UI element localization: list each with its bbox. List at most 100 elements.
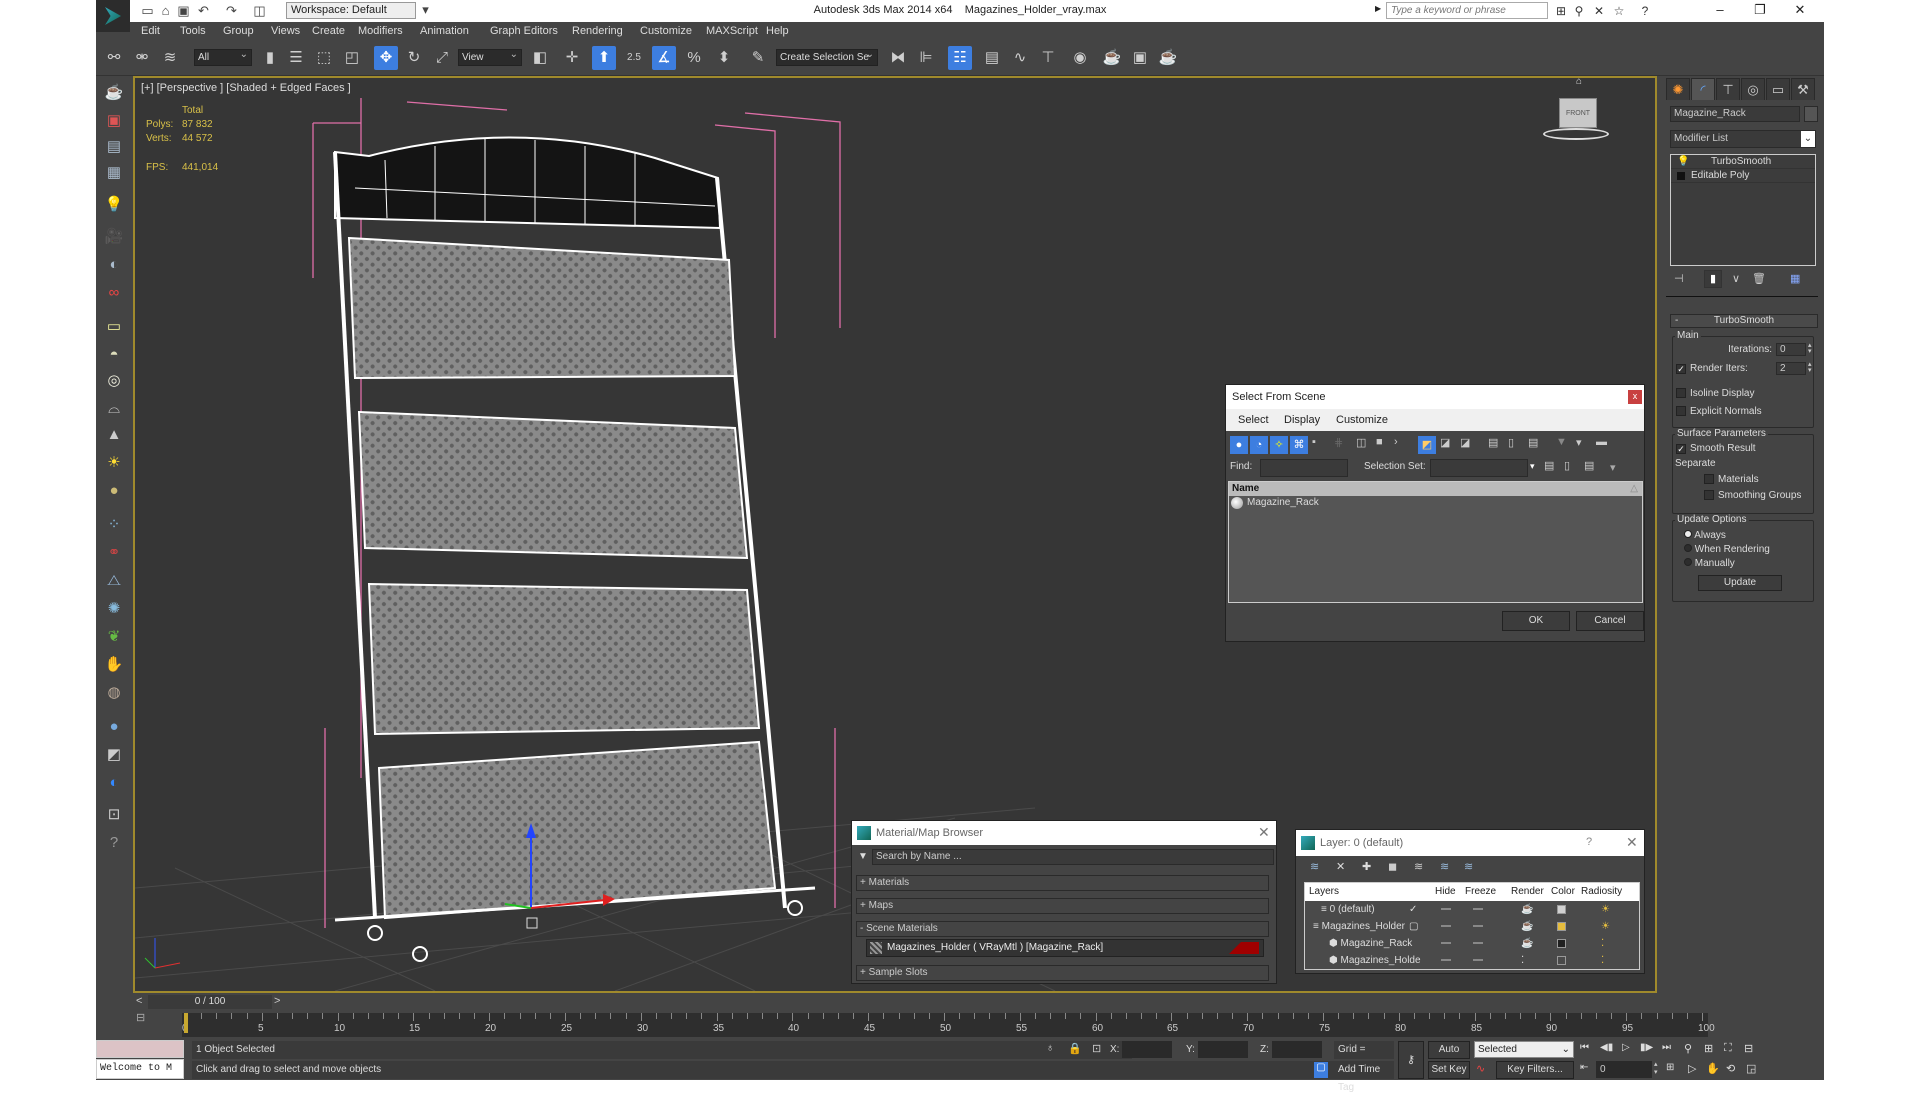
prev-frame-arrow[interactable]: <	[136, 995, 146, 1009]
update-when-rendering-radio[interactable]: When Rendering	[1684, 544, 1770, 555]
object-color-swatch[interactable]	[1804, 106, 1818, 122]
maximize-viewport-icon[interactable]: ◲	[1746, 1062, 1756, 1075]
tab-utilities[interactable]: ⚒	[1791, 78, 1815, 100]
viewcube-compass[interactable]	[1543, 128, 1609, 140]
display-geometry-icon[interactable]: ●	[1230, 436, 1248, 454]
create-selection-set-icon[interactable]: ▤	[1544, 459, 1554, 472]
ok-button[interactable]: OK	[1502, 611, 1570, 631]
favorites-icon[interactable]: ☆	[1610, 2, 1628, 20]
remove-selection-set-icon[interactable]: ▯	[1564, 459, 1570, 472]
tab-modify[interactable]: ◜	[1691, 78, 1715, 100]
proxy-icon[interactable]: ⁘	[102, 514, 126, 536]
menu-customize[interactable]: Customize	[634, 22, 698, 40]
tab-hierarchy[interactable]: ⊤	[1716, 78, 1740, 100]
mesh-export-icon[interactable]: ⧍	[102, 570, 126, 592]
ambient-light-icon[interactable]: ●	[102, 480, 126, 502]
add-to-layer-icon[interactable]: ✚	[1362, 860, 1371, 873]
show-end-result-icon[interactable]: ▮	[1704, 270, 1722, 288]
zoom-icon[interactable]: ⚲	[1684, 1042, 1692, 1055]
x-coordinate-input[interactable]	[1122, 1041, 1172, 1058]
help-circle-icon[interactable]: ?	[102, 832, 126, 854]
ies-light-icon[interactable]: ⌓	[102, 398, 126, 420]
reference-coordinate-dropdown[interactable]: View	[458, 47, 522, 66]
percent-snap-icon[interactable]: %	[682, 46, 706, 70]
menu-customize[interactable]: Customize	[1336, 414, 1388, 426]
select-object-icon[interactable]: ▮	[258, 46, 282, 70]
modifier-list-dropdown[interactable]: Modifier List ⌄	[1670, 130, 1816, 148]
more-options-icon[interactable]: ▾	[1610, 461, 1616, 474]
next-frame-arrow[interactable]: >	[274, 995, 284, 1009]
help-icon[interactable]: ?	[1636, 2, 1654, 20]
menu-modifiers[interactable]: Modifiers	[352, 22, 409, 40]
named-selection-dropdown[interactable]: Create Selection Se	[776, 47, 878, 66]
new-file-icon[interactable]: ▭	[140, 3, 155, 18]
isoline-display-checkbox[interactable]	[1676, 388, 1686, 401]
teapot-icon[interactable]: ☕	[102, 82, 126, 104]
communication-icon[interactable]: ✕	[1590, 2, 1608, 20]
schematic-view-icon[interactable]: ⊤	[1036, 46, 1060, 70]
display-groups-icon[interactable]: ◫	[1356, 436, 1366, 449]
column-layers[interactable]: Layers	[1309, 886, 1339, 897]
radiosity-icon[interactable]: ☀	[1601, 901, 1610, 918]
camera-icon[interactable]: 🎥	[102, 226, 126, 248]
layer-row[interactable]: ≡ 0 (default) ✓ ☕ ☀	[1305, 901, 1639, 918]
play-icon[interactable]: ▷	[1622, 1042, 1630, 1053]
lightbulb-icon[interactable]: 💡	[1677, 155, 1689, 169]
set-key-button[interactable]: Set Key	[1428, 1061, 1470, 1079]
toggle-dash[interactable]	[1441, 959, 1451, 961]
rectangular-selection-icon[interactable]: ⬚	[312, 46, 336, 70]
time-slider[interactable]: 0 / 100	[148, 995, 272, 1009]
select-and-rotate-icon[interactable]: ↻	[402, 46, 426, 70]
layer-color-swatch[interactable]	[1557, 922, 1566, 931]
redo-icon[interactable]: ↷	[224, 3, 239, 18]
maxscript-mini-listener[interactable]: Welcome to M	[96, 1059, 184, 1079]
mini-curve-editor-icon[interactable]: ⊟	[136, 1011, 156, 1031]
pin-stack-icon[interactable]: ⊣	[1674, 272, 1684, 285]
explicit-normals-checkbox[interactable]	[1676, 406, 1686, 419]
column-radiosity[interactable]: Radiosity	[1581, 886, 1622, 897]
pan-view-icon[interactable]: ✋	[1706, 1062, 1720, 1075]
maxscript-mini-listener-top[interactable]	[96, 1040, 184, 1058]
smooth-result-checkbox[interactable]: ✓	[1676, 443, 1686, 455]
column-header-name[interactable]: Name △	[1229, 482, 1642, 496]
zoom-extents-all-icon[interactable]: ⊟	[1744, 1042, 1753, 1055]
select-none-icon[interactable]: ▯	[1508, 436, 1514, 449]
orbit-icon[interactable]: ⟲	[1726, 1062, 1735, 1075]
layer-manager-icon[interactable]: ☷	[948, 46, 972, 70]
column-color[interactable]: Color	[1551, 886, 1575, 897]
create-layer-icon[interactable]: ≋	[1310, 860, 1319, 873]
make-unique-icon[interactable]: ∨	[1732, 272, 1740, 285]
toggle-dash[interactable]	[1473, 925, 1483, 927]
maximize-button[interactable]: ❐	[1740, 0, 1780, 22]
close-icon[interactable]: ✕	[1626, 834, 1638, 851]
layer-color-swatch[interactable]	[1557, 956, 1566, 965]
select-and-move-icon[interactable]: ✥	[374, 46, 398, 70]
absolute-mode-icon[interactable]: ⊡	[1092, 1042, 1101, 1055]
close-icon[interactable]: ✕	[1258, 824, 1270, 841]
open-file-icon[interactable]: ⌂	[158, 3, 173, 18]
current-layer-marker[interactable]: ▢	[1409, 918, 1418, 935]
select-all-icon[interactable]: ▤	[1488, 436, 1498, 449]
update-manually-radio[interactable]: Manually	[1684, 558, 1735, 569]
tab-display[interactable]: ▭	[1766, 78, 1790, 100]
auto-key-button[interactable]: Auto Key	[1428, 1041, 1470, 1071]
align-icon[interactable]: ⊫	[914, 46, 938, 70]
dome-light-icon[interactable]: ◓	[102, 344, 126, 366]
display-xrefs-icon[interactable]: ■	[1376, 436, 1383, 448]
window-crossing-icon[interactable]: ◰	[340, 46, 364, 70]
radiosity-icon[interactable]: ⁚	[1601, 952, 1604, 969]
section-materials[interactable]: + Materials	[856, 875, 1269, 891]
section-sample-slots[interactable]: + Sample Slots	[856, 965, 1269, 981]
next-key-icon[interactable]: ▮▶	[1640, 1042, 1653, 1053]
browser-options-icon[interactable]: ▼	[858, 851, 868, 862]
search-expand-icon[interactable]: ▶	[1375, 4, 1383, 18]
go-to-end-icon[interactable]: ⏭	[1662, 1042, 1671, 1053]
binoculars-icon[interactable]: ⊞	[1552, 2, 1570, 20]
undo-icon[interactable]: ↶	[196, 3, 211, 18]
vr-camera-icon[interactable]: ∞	[102, 282, 126, 304]
sun-icon[interactable]: ☀	[102, 452, 126, 474]
radiosity-icon[interactable]: ☀	[1601, 918, 1610, 935]
key-filters-button[interactable]: Key Filters...	[1496, 1061, 1574, 1079]
turbosmooth-rollout-header[interactable]: - TurboSmooth	[1670, 314, 1818, 328]
keyboard-shortcut-override-icon[interactable]: ⬆	[592, 46, 616, 70]
